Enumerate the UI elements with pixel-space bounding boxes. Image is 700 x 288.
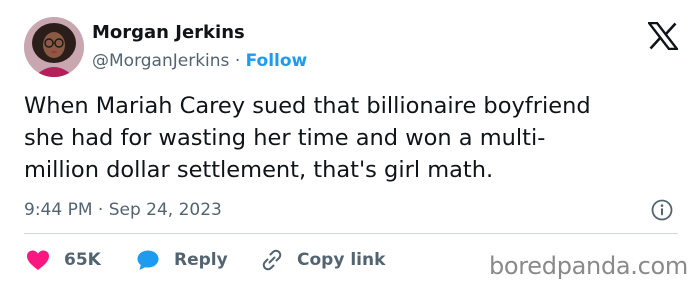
author-handle-row: @MorganJerkins · Follow: [92, 50, 307, 72]
heart-icon: [27, 250, 49, 270]
link-icon: [262, 249, 282, 271]
copy-link-button[interactable]: Copy link: [259, 247, 385, 273]
author-name[interactable]: Morgan Jerkins: [92, 22, 245, 44]
author-handle[interactable]: @MorganJerkins: [92, 51, 229, 71]
like-button[interactable]: 65K: [26, 247, 101, 273]
tweet-card: Morgan Jerkins @MorganJerkins · Follow W…: [0, 0, 700, 288]
watermark: boredpanda.com: [488, 252, 688, 280]
tweet-text: When Mariah Carey sued that billionaire …: [24, 90, 684, 186]
follow-button[interactable]: Follow: [246, 51, 308, 71]
reply-button[interactable]: Reply: [136, 247, 228, 273]
like-count: 65K: [64, 250, 101, 270]
info-icon[interactable]: [651, 199, 673, 221]
avatar-image: [24, 17, 84, 77]
avatar[interactable]: [24, 17, 84, 77]
x-logo-icon[interactable]: [648, 22, 678, 50]
speech-bubble-icon: [137, 250, 159, 270]
reply-label: Reply: [174, 250, 228, 270]
tweet-text-line: million dollar settlement, that's girl m…: [24, 157, 494, 183]
tweet-text-line: she had for wasting her time and won a m…: [24, 125, 546, 151]
divider: [24, 233, 678, 234]
tweet-text-line: When Mariah Carey sued that billionaire …: [24, 93, 591, 119]
tweet-timestamp[interactable]: 9:44 PM · Sep 24, 2023: [24, 199, 222, 221]
copy-link-label: Copy link: [297, 250, 386, 270]
handle-separator: ·: [234, 51, 241, 71]
